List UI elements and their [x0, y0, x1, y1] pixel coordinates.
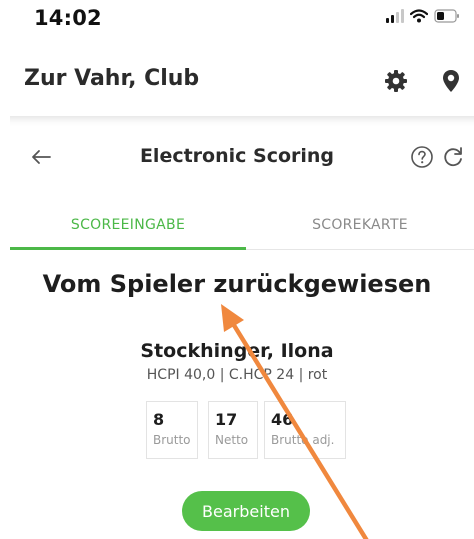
status-icons	[386, 9, 460, 23]
tab-scoreeingabe[interactable]: SCOREEINGABE	[10, 200, 246, 250]
status-time: 14:02	[34, 6, 102, 30]
status-bar: 14:02	[0, 0, 474, 40]
score-box-netto: 17 Netto	[208, 401, 258, 459]
battery-icon	[434, 9, 459, 23]
app-screen: 14:02 Zur Vahr, Club Electronic Scoring …	[0, 0, 474, 539]
wifi-icon	[410, 9, 428, 23]
score-label: Netto	[215, 433, 249, 447]
score-label: Brutto	[153, 433, 191, 447]
app-header: Zur Vahr, Club	[0, 52, 474, 112]
club-name: Zur Vahr, Club	[24, 66, 200, 91]
refresh-icon[interactable]	[440, 144, 466, 170]
tab-bar: SCOREEINGABE SCOREKARTE	[10, 200, 474, 250]
header-divider	[10, 116, 474, 126]
player-handicap-info: HCPI 40,0 | C.HCP 24 | rot	[146, 367, 328, 383]
player-name: Stockhinger, Ilona	[140, 340, 334, 362]
help-icon[interactable]	[409, 144, 435, 170]
score-box-brutto-adj: 46 Brutto adj.	[264, 401, 346, 459]
location-pin-icon[interactable]	[436, 66, 466, 96]
page-title: Electronic Scoring	[139, 145, 335, 167]
score-value: 17	[215, 410, 238, 429]
score-value: 46	[271, 410, 294, 429]
gear-icon[interactable]	[381, 66, 411, 96]
signal-icon	[386, 9, 404, 23]
score-box-brutto: 8 Brutto	[146, 401, 198, 459]
edit-button[interactable]: Bearbeiten	[182, 491, 310, 531]
status-message: Vom Spieler zurückgewiesen	[42, 270, 432, 298]
score-value: 8	[153, 410, 165, 429]
active-tab-indicator	[10, 247, 246, 250]
score-label: Brutto adj.	[271, 433, 335, 447]
scoring-toolbar: Electronic Scoring	[0, 132, 474, 182]
tab-scorekarte[interactable]: SCOREKARTE	[246, 200, 474, 250]
